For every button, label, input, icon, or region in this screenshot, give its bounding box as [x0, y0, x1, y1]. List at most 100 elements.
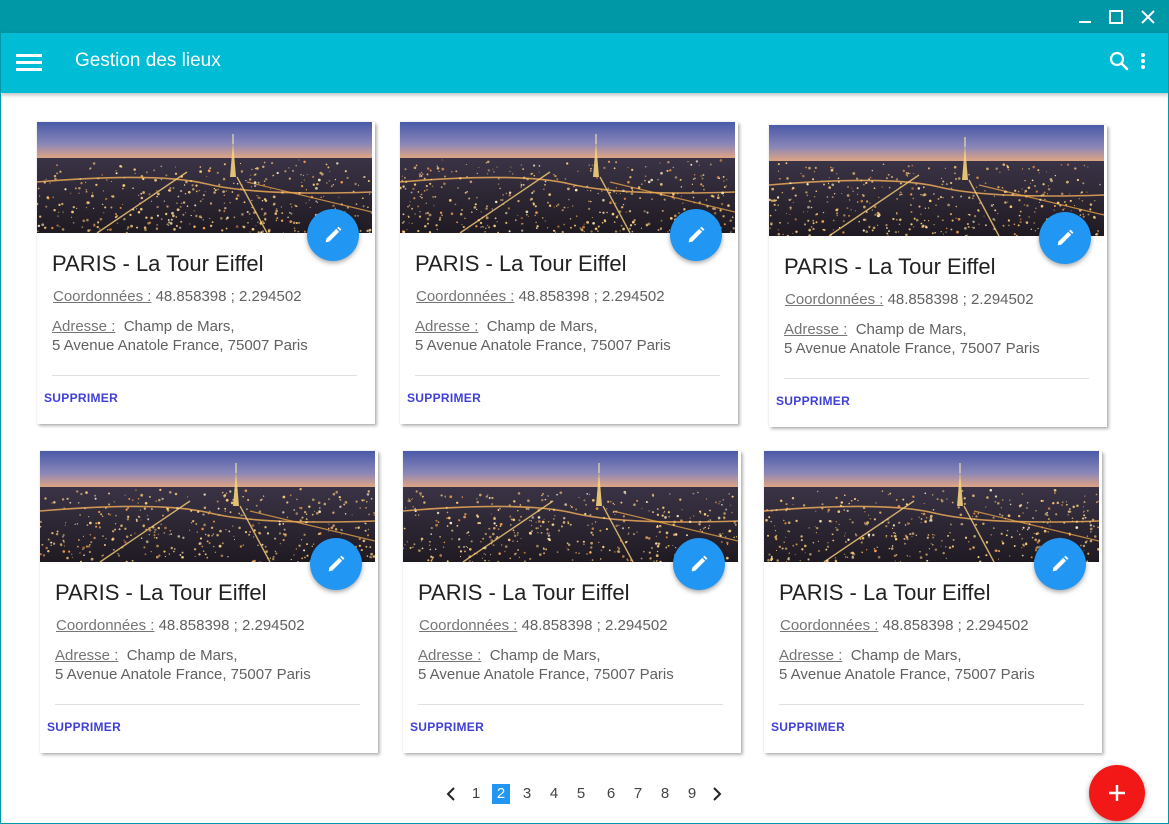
- place-card: PARIS - La Tour Eiffel Coordonnées : 48.…: [37, 122, 375, 424]
- coordinates: Coordonnées : 48.858398 ; 2.294502: [56, 617, 305, 634]
- place-card: PARIS - La Tour Eiffel Coordonnées : 48.…: [764, 451, 1102, 753]
- coordinates: Coordonnées : 48.858398 ; 2.294502: [53, 288, 302, 305]
- place-title: PARIS - La Tour Eiffel: [52, 251, 264, 276]
- search-icon[interactable]: [1108, 50, 1130, 72]
- maximize-icon[interactable]: [1106, 7, 1126, 27]
- place-card: PARIS - La Tour Eiffel Coordonnées : 48.…: [403, 451, 741, 753]
- coordinates: Coordonnées : 48.858398 ; 2.294502: [785, 291, 1034, 308]
- address-line1: Champ de Mars,: [126, 647, 238, 664]
- place-card: PARIS - La Tour Eiffel Coordonnées : 48.…: [769, 125, 1107, 427]
- page-link[interactable]: 9: [685, 784, 699, 804]
- close-icon[interactable]: [1138, 7, 1158, 27]
- chevron-left-icon[interactable]: [445, 786, 459, 802]
- app-bar: Gestion des lieux: [1, 33, 1168, 93]
- coordinates-value: 48.858398 ; 2.294502: [882, 617, 1029, 634]
- coordinates-value: 48.858398 ; 2.294502: [158, 617, 305, 634]
- address-line2: 5 Avenue Anatole France, 75007 Paris: [55, 666, 311, 683]
- coordinates-label: Coordonnées :: [56, 617, 155, 634]
- coordinates: Coordonnées : 48.858398 ; 2.294502: [416, 288, 665, 305]
- page-link[interactable]: 3: [520, 784, 534, 804]
- address-line2: 5 Avenue Anatole France, 75007 Paris: [779, 666, 1035, 683]
- address-line1: Champ de Mars,: [855, 321, 967, 338]
- address: Adresse : Champ de Mars, 5 Avenue Anatol…: [415, 317, 671, 355]
- place-card: PARIS - La Tour Eiffel Coordonnées : 48.…: [400, 122, 738, 424]
- add-place-button[interactable]: [1089, 765, 1145, 821]
- delete-button[interactable]: SUPPRIMER: [771, 720, 845, 734]
- coordinates-label: Coordonnées :: [785, 291, 884, 308]
- coordinates-value: 48.858398 ; 2.294502: [521, 617, 668, 634]
- app-window: Gestion des lieux PARIS - La Tour Eiffel…: [0, 0, 1169, 824]
- app-title: Gestion des lieux: [75, 50, 221, 71]
- page-link[interactable]: 6: [604, 784, 618, 804]
- place-title: PARIS - La Tour Eiffel: [784, 254, 996, 279]
- card-divider: [418, 704, 723, 705]
- card-divider: [779, 704, 1084, 705]
- minimize-icon[interactable]: [1075, 7, 1095, 27]
- more-vertical-icon[interactable]: [1136, 50, 1150, 72]
- place-title: PARIS - La Tour Eiffel: [418, 580, 630, 605]
- address-label: Adresse :: [415, 318, 479, 335]
- address-line1: Champ de Mars,: [486, 318, 598, 335]
- menu-icon[interactable]: [15, 50, 43, 76]
- card-divider: [415, 375, 720, 376]
- coordinates-label: Coordonnées :: [416, 288, 515, 305]
- address-line1: Champ de Mars,: [489, 647, 601, 664]
- page-link[interactable]: 5: [574, 784, 588, 804]
- address-line1: Champ de Mars,: [850, 647, 962, 664]
- address-label: Adresse :: [779, 647, 843, 664]
- page-link[interactable]: 8: [658, 784, 672, 804]
- address-label: Adresse :: [52, 318, 116, 335]
- page-current[interactable]: 2: [492, 784, 510, 804]
- address-label: Adresse :: [784, 321, 848, 338]
- address-line2: 5 Avenue Anatole France, 75007 Paris: [415, 337, 671, 354]
- edit-place-button[interactable]: [1034, 538, 1086, 590]
- address: Adresse : Champ de Mars, 5 Avenue Anatol…: [779, 646, 1035, 684]
- edit-place-button[interactable]: [1039, 212, 1091, 264]
- pencil-icon: [328, 555, 345, 572]
- edit-place-button[interactable]: [670, 209, 722, 261]
- place-title: PARIS - La Tour Eiffel: [779, 580, 991, 605]
- place-card: PARIS - La Tour Eiffel Coordonnées : 48.…: [40, 451, 378, 753]
- delete-button[interactable]: SUPPRIMER: [47, 720, 121, 734]
- window-titlebar: [1, 1, 1168, 33]
- place-title: PARIS - La Tour Eiffel: [415, 251, 627, 276]
- pencil-icon: [688, 226, 705, 243]
- coordinates-value: 48.858398 ; 2.294502: [155, 288, 302, 305]
- edit-place-button[interactable]: [673, 538, 725, 590]
- card-divider: [55, 704, 360, 705]
- delete-button[interactable]: SUPPRIMER: [44, 391, 118, 405]
- coordinates: Coordonnées : 48.858398 ; 2.294502: [419, 617, 668, 634]
- address: Adresse : Champ de Mars, 5 Avenue Anatol…: [418, 646, 674, 684]
- card-divider: [52, 375, 357, 376]
- page-link[interactable]: 7: [631, 784, 645, 804]
- delete-button[interactable]: SUPPRIMER: [410, 720, 484, 734]
- page-link[interactable]: 1: [469, 784, 483, 804]
- address-line2: 5 Avenue Anatole France, 75007 Paris: [418, 666, 674, 683]
- address: Adresse : Champ de Mars, 5 Avenue Anatol…: [55, 646, 311, 684]
- page-link[interactable]: 4: [547, 784, 561, 804]
- chevron-right-icon[interactable]: [709, 786, 723, 802]
- address-label: Adresse :: [55, 647, 119, 664]
- address-line2: 5 Avenue Anatole France, 75007 Paris: [52, 337, 308, 354]
- card-divider: [784, 378, 1089, 379]
- pencil-icon: [691, 555, 708, 572]
- edit-place-button[interactable]: [310, 538, 362, 590]
- address-label: Adresse :: [418, 647, 482, 664]
- address-line2: 5 Avenue Anatole France, 75007 Paris: [784, 340, 1040, 357]
- pencil-icon: [1057, 229, 1074, 246]
- pencil-icon: [325, 226, 342, 243]
- coordinates-label: Coordonnées :: [53, 288, 152, 305]
- place-title: PARIS - La Tour Eiffel: [55, 580, 267, 605]
- delete-button[interactable]: SUPPRIMER: [776, 394, 850, 408]
- coordinates-label: Coordonnées :: [780, 617, 879, 634]
- edit-place-button[interactable]: [307, 209, 359, 261]
- address-line1: Champ de Mars,: [123, 318, 235, 335]
- coordinates-value: 48.858398 ; 2.294502: [887, 291, 1034, 308]
- plus-icon: [1109, 785, 1125, 801]
- delete-button[interactable]: SUPPRIMER: [407, 391, 481, 405]
- address: Adresse : Champ de Mars, 5 Avenue Anatol…: [784, 320, 1040, 358]
- coordinates-value: 48.858398 ; 2.294502: [518, 288, 665, 305]
- coordinates: Coordonnées : 48.858398 ; 2.294502: [780, 617, 1029, 634]
- coordinates-label: Coordonnées :: [419, 617, 518, 634]
- address: Adresse : Champ de Mars, 5 Avenue Anatol…: [52, 317, 308, 355]
